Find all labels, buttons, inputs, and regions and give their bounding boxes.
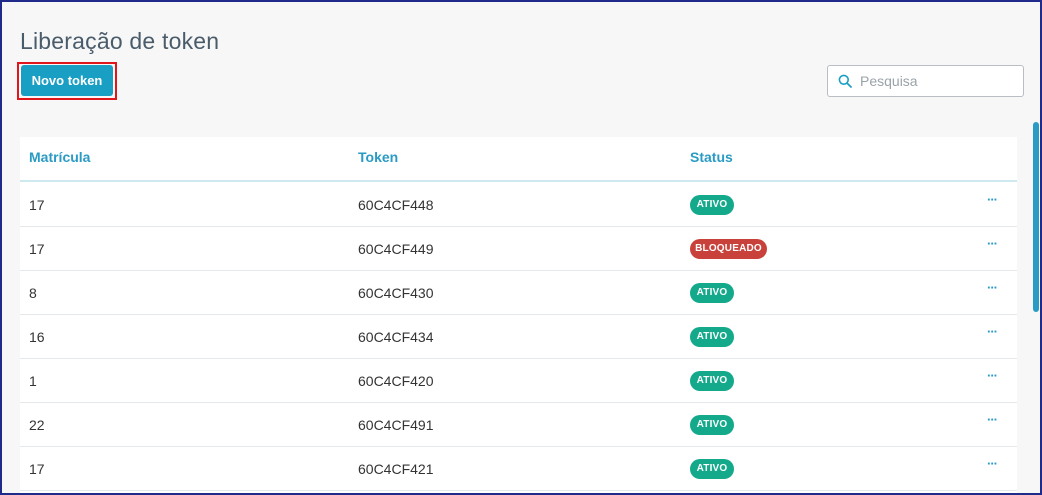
- column-header-matricula[interactable]: Matrícula: [29, 149, 90, 165]
- cell-token: 60C4CF449: [358, 241, 434, 257]
- more-horizontal-icon[interactable]: ···: [982, 369, 1002, 389]
- page-title: Liberação de token: [20, 28, 220, 54]
- column-header-token[interactable]: Token: [358, 149, 398, 165]
- more-horizontal-icon[interactable]: ···: [982, 281, 1002, 301]
- table-row[interactable]: 8 60C4CF430 ATIVO ···: [20, 271, 1017, 315]
- cell-token: 60C4CF491: [358, 417, 434, 433]
- status-badge: ATIVO: [690, 415, 734, 435]
- more-horizontal-icon[interactable]: ···: [982, 193, 1002, 213]
- search-icon: [838, 74, 852, 88]
- column-header-status[interactable]: Status: [690, 149, 733, 165]
- status-badge: ATIVO: [690, 371, 734, 391]
- cell-matricula: 16: [29, 329, 45, 345]
- table-row[interactable]: 22 60C4CF491 ATIVO ···: [20, 403, 1017, 447]
- cell-token: 60C4CF421: [358, 461, 434, 477]
- more-horizontal-icon[interactable]: ···: [982, 325, 1002, 345]
- cell-matricula: 17: [29, 197, 45, 213]
- search-input[interactable]: [860, 66, 1020, 96]
- cell-token: 60C4CF430: [358, 285, 434, 301]
- table-row[interactable]: 17 60C4CF449 BLOQUEADO ···: [20, 227, 1017, 271]
- tokens-table: Matrícula Token Status 17 60C4CF448 ATIVO ·…: [20, 137, 1017, 493]
- status-badge: ATIVO: [690, 327, 734, 347]
- cell-matricula: 17: [29, 461, 45, 477]
- new-token-button[interactable]: Novo token: [21, 65, 113, 96]
- table-row[interactable]: 16 60C4CF434 ATIVO ···: [20, 315, 1017, 359]
- cell-matricula: 1: [29, 373, 37, 389]
- status-badge: ATIVO: [690, 283, 734, 303]
- cell-token: 60C4CF448: [358, 197, 434, 213]
- more-horizontal-icon[interactable]: ···: [982, 457, 1002, 477]
- table-row[interactable]: 1 60C4CF420 ATIVO ···: [20, 359, 1017, 403]
- app-frame: Liberação de token Novo token Matrícula …: [0, 0, 1042, 495]
- scrollbar-thumb[interactable]: [1033, 122, 1039, 312]
- cell-matricula: 22: [29, 417, 45, 433]
- header-divider: [20, 180, 1017, 182]
- table-row[interactable]: 17 60C4CF421 ATIVO ···: [20, 447, 1017, 491]
- status-badge: ATIVO: [690, 459, 734, 479]
- cell-matricula: 8: [29, 285, 37, 301]
- search-box[interactable]: [827, 65, 1024, 97]
- cell-token: 60C4CF420: [358, 373, 434, 389]
- status-badge: BLOQUEADO: [690, 239, 767, 259]
- more-horizontal-icon[interactable]: ···: [982, 413, 1002, 433]
- table-row[interactable]: 17 60C4CF448 ATIVO ···: [20, 183, 1017, 227]
- more-horizontal-icon[interactable]: ···: [982, 237, 1002, 257]
- cell-token: 60C4CF434: [358, 329, 434, 345]
- status-badge: ATIVO: [690, 195, 734, 215]
- cell-matricula: 17: [29, 241, 45, 257]
